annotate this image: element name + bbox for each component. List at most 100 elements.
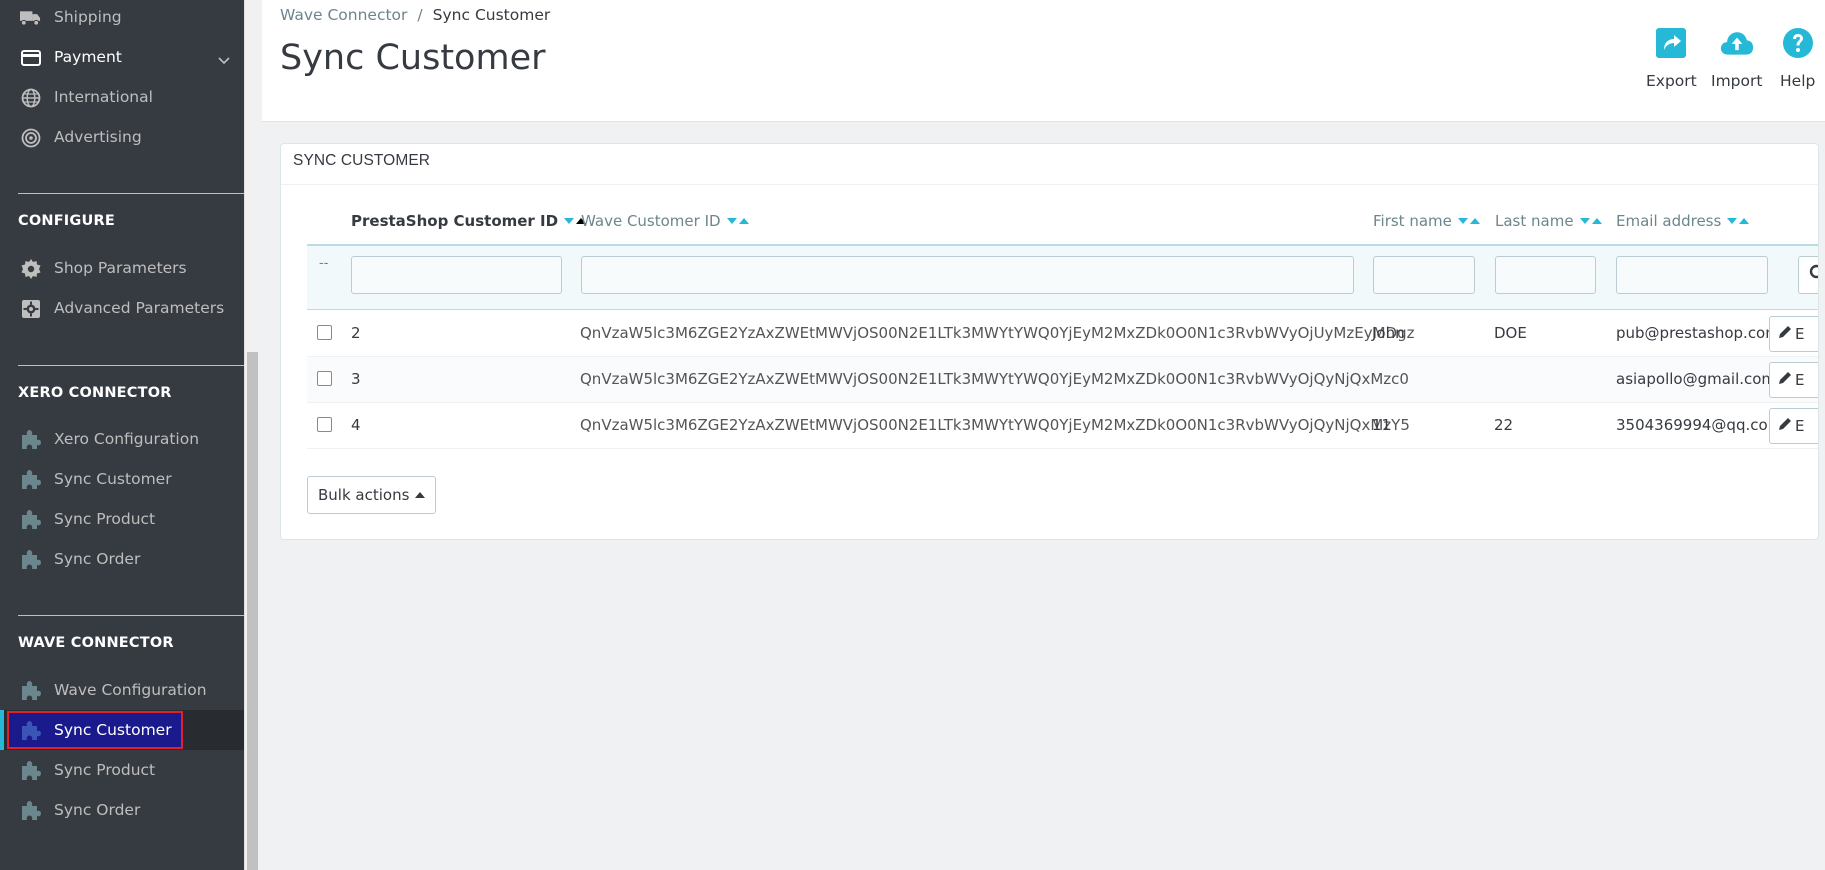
sidebar-item-wave-configuration[interactable]: Wave Configuration [0, 670, 244, 710]
export-label: Export [1646, 72, 1697, 90]
sidebar-item-label: Advertising [54, 128, 142, 146]
sidebar-item-xero-configuration[interactable]: Xero Configuration [0, 419, 244, 459]
sidebar-item-international[interactable]: International [0, 77, 244, 117]
column-header-last-name: Last name [1495, 212, 1602, 230]
sidebar-item-label: Shipping [54, 8, 122, 26]
table-row[interactable]: 4 QnVzaW5lc3M6ZGE2YzAxZWEtMWVjOS00N2E1LT… [307, 403, 1818, 449]
advanced-gear-icon [20, 298, 41, 319]
sort-asc-icon[interactable] [1739, 218, 1750, 224]
cell-prestashop-customer-id: 3 [351, 370, 361, 388]
column-header-first-name: First name [1373, 212, 1480, 230]
filter-last-name-input[interactable] [1495, 256, 1596, 294]
puzzle-icon [20, 469, 41, 490]
sidebar-item-label: Sync Product [54, 761, 156, 779]
gear-icon [20, 258, 41, 279]
sidebar-item-wave-sync-product[interactable]: Sync Product [0, 750, 244, 790]
puzzle-icon [20, 800, 41, 821]
sidebar-item-label: Wave Configuration [54, 681, 207, 699]
puzzle-icon [20, 720, 41, 741]
sort-desc-icon[interactable] [564, 218, 575, 224]
sort-controls [1727, 218, 1750, 224]
help-button[interactable]: Help [1780, 26, 1815, 90]
puzzle-icon [20, 429, 41, 450]
bulk-actions-button[interactable]: Bulk actions [307, 476, 437, 514]
sidebar-item-wave-sync-order[interactable]: Sync Order [0, 790, 244, 830]
sidebar-scrollbar[interactable] [244, 0, 260, 870]
puzzle-icon [20, 509, 41, 530]
target-icon [20, 127, 41, 148]
breadcrumb-current: Sync Customer [432, 6, 551, 24]
edit-button[interactable]: E [1769, 316, 1818, 352]
sidebar-item-shop-parameters[interactable]: Shop Parameters [0, 248, 244, 288]
search-button[interactable] [1798, 256, 1818, 294]
page-header: Wave Connector / Sync Customer Sync Custom… [262, 0, 1825, 122]
column-header-label: First name [1373, 212, 1452, 230]
active-indicator [0, 710, 4, 750]
column-header-email-address: Email address [1616, 212, 1750, 230]
sidebar-item-xero-sync-product[interactable]: Sync Product [0, 499, 244, 539]
sidebar-item-label: Sync Product [54, 510, 156, 528]
edit-button[interactable]: E [1769, 362, 1818, 398]
cell-email-address: asiapollo@gmail.com [1616, 370, 1777, 388]
sidebar-item-advanced-parameters[interactable]: Advanced Parameters [0, 288, 244, 328]
sync-customer-panel: SYNC CUSTOMER PrestaShop Customer ID Wav… [280, 143, 1819, 540]
table-row[interactable]: 3 QnVzaW5lc3M6ZGE2YzAxZWEtMWVjOS00N2E1LT… [307, 357, 1818, 403]
filter-placeholder: -- [319, 256, 329, 271]
pencil-icon [1778, 325, 1792, 343]
filter-first-name-input[interactable] [1373, 256, 1475, 294]
sidebar-item-advertising[interactable]: Advertising [0, 117, 244, 157]
breadcrumb-link[interactable]: Wave Connector [280, 6, 407, 24]
edit-label: E [1795, 325, 1805, 343]
panel-heading: SYNC CUSTOMER [293, 152, 431, 169]
sort-asc-icon[interactable] [738, 218, 749, 224]
sidebar-item-shipping[interactable]: Shipping [0, 0, 244, 37]
sidebar-divider [18, 365, 244, 366]
cell-prestashop-customer-id: 4 [351, 416, 361, 434]
cell-first-name: 11 [1372, 416, 1392, 434]
cell-prestashop-customer-id: 2 [351, 324, 361, 342]
sort-desc-icon[interactable] [1727, 218, 1738, 224]
sidebar-item-label: Shop Parameters [54, 259, 187, 277]
section-title-wave-connector: WAVE CONNECTOR [18, 635, 174, 651]
filter-prestashop-customer-id-input[interactable] [351, 256, 562, 294]
sidebar-divider [18, 615, 244, 616]
sort-desc-icon[interactable] [1579, 218, 1590, 224]
sort-asc-icon[interactable] [1591, 218, 1602, 224]
column-header-prestashop-customer-id: PrestaShop Customer ID [351, 212, 587, 230]
caret-up-icon [415, 492, 426, 498]
table-row[interactable]: 2 QnVzaW5lc3M6ZGE2YzAxZWEtMWVjOS00N2E1LT… [307, 311, 1818, 357]
filter-email-input[interactable] [1616, 256, 1768, 294]
sidebar-item-xero-sync-customer[interactable]: Sync Customer [0, 459, 244, 499]
breadcrumb: Wave Connector / Sync Customer [280, 6, 550, 24]
sidebar: Shipping Payment International Advertisi… [0, 0, 244, 870]
truck-icon [20, 7, 41, 28]
edit-button[interactable]: E [1769, 408, 1818, 444]
credit-card-icon [20, 47, 41, 68]
filter-wave-customer-id-input[interactable] [581, 256, 1354, 294]
chevron-down-icon[interactable] [218, 50, 230, 69]
sort-asc-icon[interactable] [1469, 218, 1480, 224]
row-checkbox[interactable] [317, 325, 332, 340]
cell-last-name: DOE [1494, 324, 1527, 342]
sort-desc-icon[interactable] [726, 218, 737, 224]
cell-first-name: John [1372, 324, 1405, 342]
sidebar-item-label: Sync Customer [54, 721, 172, 739]
export-share-icon [1654, 26, 1688, 60]
sidebar-item-xero-sync-order[interactable]: Sync Order [0, 539, 244, 579]
import-button[interactable]: Import [1711, 26, 1762, 90]
panel-heading-divider [281, 184, 1818, 185]
row-checkbox[interactable] [317, 417, 332, 432]
row-checkbox[interactable] [317, 371, 332, 386]
sidebar-item-payment[interactable]: Payment [0, 37, 244, 77]
sort-desc-icon[interactable] [1457, 218, 1468, 224]
scrollbar-thumb[interactable] [247, 352, 258, 870]
help-label: Help [1780, 72, 1816, 90]
column-header-label: Wave Customer ID [581, 212, 721, 230]
column-header-label: Last name [1495, 212, 1574, 230]
sidebar-item-wave-sync-customer[interactable]: Sync Customer [0, 710, 244, 750]
sidebar-item-label: Advanced Parameters [54, 299, 225, 317]
export-button[interactable]: Export [1646, 26, 1697, 90]
sort-controls [1457, 218, 1480, 224]
sort-controls [1579, 218, 1602, 224]
column-header-wave-customer-id: Wave Customer ID [581, 212, 749, 230]
